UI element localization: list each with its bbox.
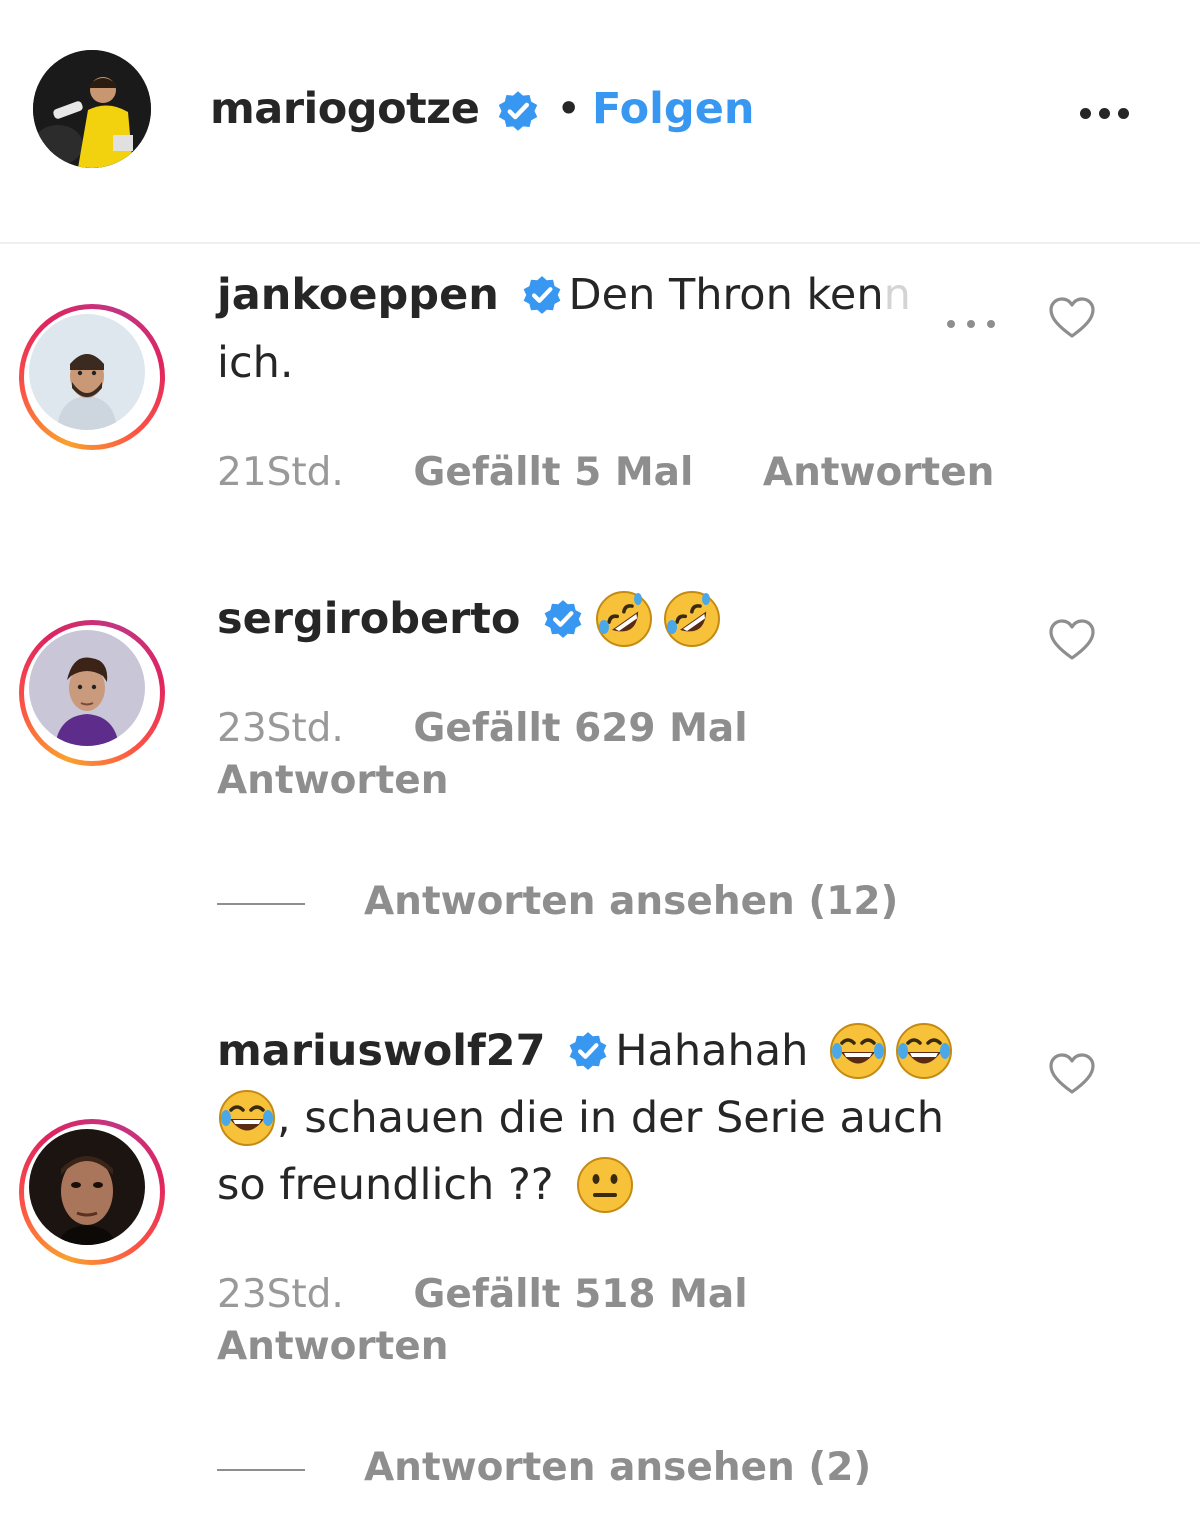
reply-button[interactable]: Antworten xyxy=(217,1324,449,1369)
comment-text: sergiroberto xyxy=(217,586,722,655)
header-divider xyxy=(0,242,1200,244)
comment-body-line2: ich. xyxy=(217,338,294,388)
comment-likes[interactable]: Gefällt 5 Mal xyxy=(413,450,693,495)
joy-emoji xyxy=(217,1088,277,1148)
view-replies-button[interactable]: Antworten ansehen (2) xyxy=(364,1445,871,1490)
comment-meta: 21Std. Gefällt 5 Mal Antworten xyxy=(217,450,994,495)
comment-avatar[interactable] xyxy=(19,304,165,450)
verified-badge-icon xyxy=(542,598,584,640)
comment-timestamp[interactable]: 21Std. xyxy=(217,450,344,495)
comment-text: mariuswolf27 Hahahah xyxy=(217,1018,954,1087)
post-author-username[interactable]: mariogotze xyxy=(210,84,480,134)
comment-username[interactable]: sergiroberto xyxy=(217,594,520,644)
replies-divider-line xyxy=(217,903,305,905)
more-options-icon[interactable] xyxy=(1080,104,1140,119)
comment-body-line3: so freundlich ?? xyxy=(217,1152,635,1221)
comment-body-fade: n xyxy=(883,270,911,320)
comment-timestamp[interactable]: 23Std. xyxy=(217,706,344,751)
joy-emoji xyxy=(894,1021,954,1081)
joy-emoji xyxy=(828,1021,888,1081)
rofl-emoji xyxy=(594,589,654,649)
reply-button[interactable]: Antworten xyxy=(763,450,995,495)
neutral-face-emoji xyxy=(575,1155,635,1215)
comment-avatar[interactable] xyxy=(19,1119,165,1265)
like-heart-icon[interactable] xyxy=(1048,1052,1096,1096)
comment-text: jankoeppen Den Thron kenn xyxy=(217,262,911,328)
comment-meta: 23Std. Gefällt 629 Mal xyxy=(217,706,748,751)
comment-username[interactable]: mariuswolf27 xyxy=(217,1026,546,1076)
separator-dot: • xyxy=(556,84,582,134)
comment-body: Hahahah xyxy=(615,1026,809,1076)
comment-likes[interactable]: Gefällt 629 Mal xyxy=(413,706,747,751)
more-options-icon[interactable] xyxy=(947,313,1007,332)
reply-button[interactable]: Antworten xyxy=(217,758,449,803)
like-heart-icon[interactable] xyxy=(1048,296,1096,340)
like-heart-icon[interactable] xyxy=(1048,618,1096,662)
comment-body-text: so freundlich ?? xyxy=(217,1160,554,1210)
view-replies-button[interactable]: Antworten ansehen (12) xyxy=(364,879,898,924)
comment-body-text: , schauen die in der Serie auch xyxy=(277,1093,944,1143)
verified-badge-icon xyxy=(521,274,563,316)
follow-button[interactable]: Folgen xyxy=(592,84,754,134)
verified-badge-icon xyxy=(496,89,540,133)
comment-avatar[interactable] xyxy=(19,620,165,766)
comment-timestamp[interactable]: 23Std. xyxy=(217,1272,344,1317)
comment-body-line2: , schauen die in der Serie auch xyxy=(217,1085,944,1154)
comment-meta: 23Std. Gefällt 518 Mal xyxy=(217,1272,748,1317)
comment-username[interactable]: jankoeppen xyxy=(217,270,499,320)
post-author-avatar[interactable] xyxy=(33,50,151,168)
comment-likes[interactable]: Gefällt 518 Mal xyxy=(413,1272,747,1317)
replies-divider-line xyxy=(217,1469,305,1471)
verified-badge-icon xyxy=(567,1030,609,1072)
rofl-emoji xyxy=(662,589,722,649)
comment-body: Den Thron ken xyxy=(568,270,884,320)
